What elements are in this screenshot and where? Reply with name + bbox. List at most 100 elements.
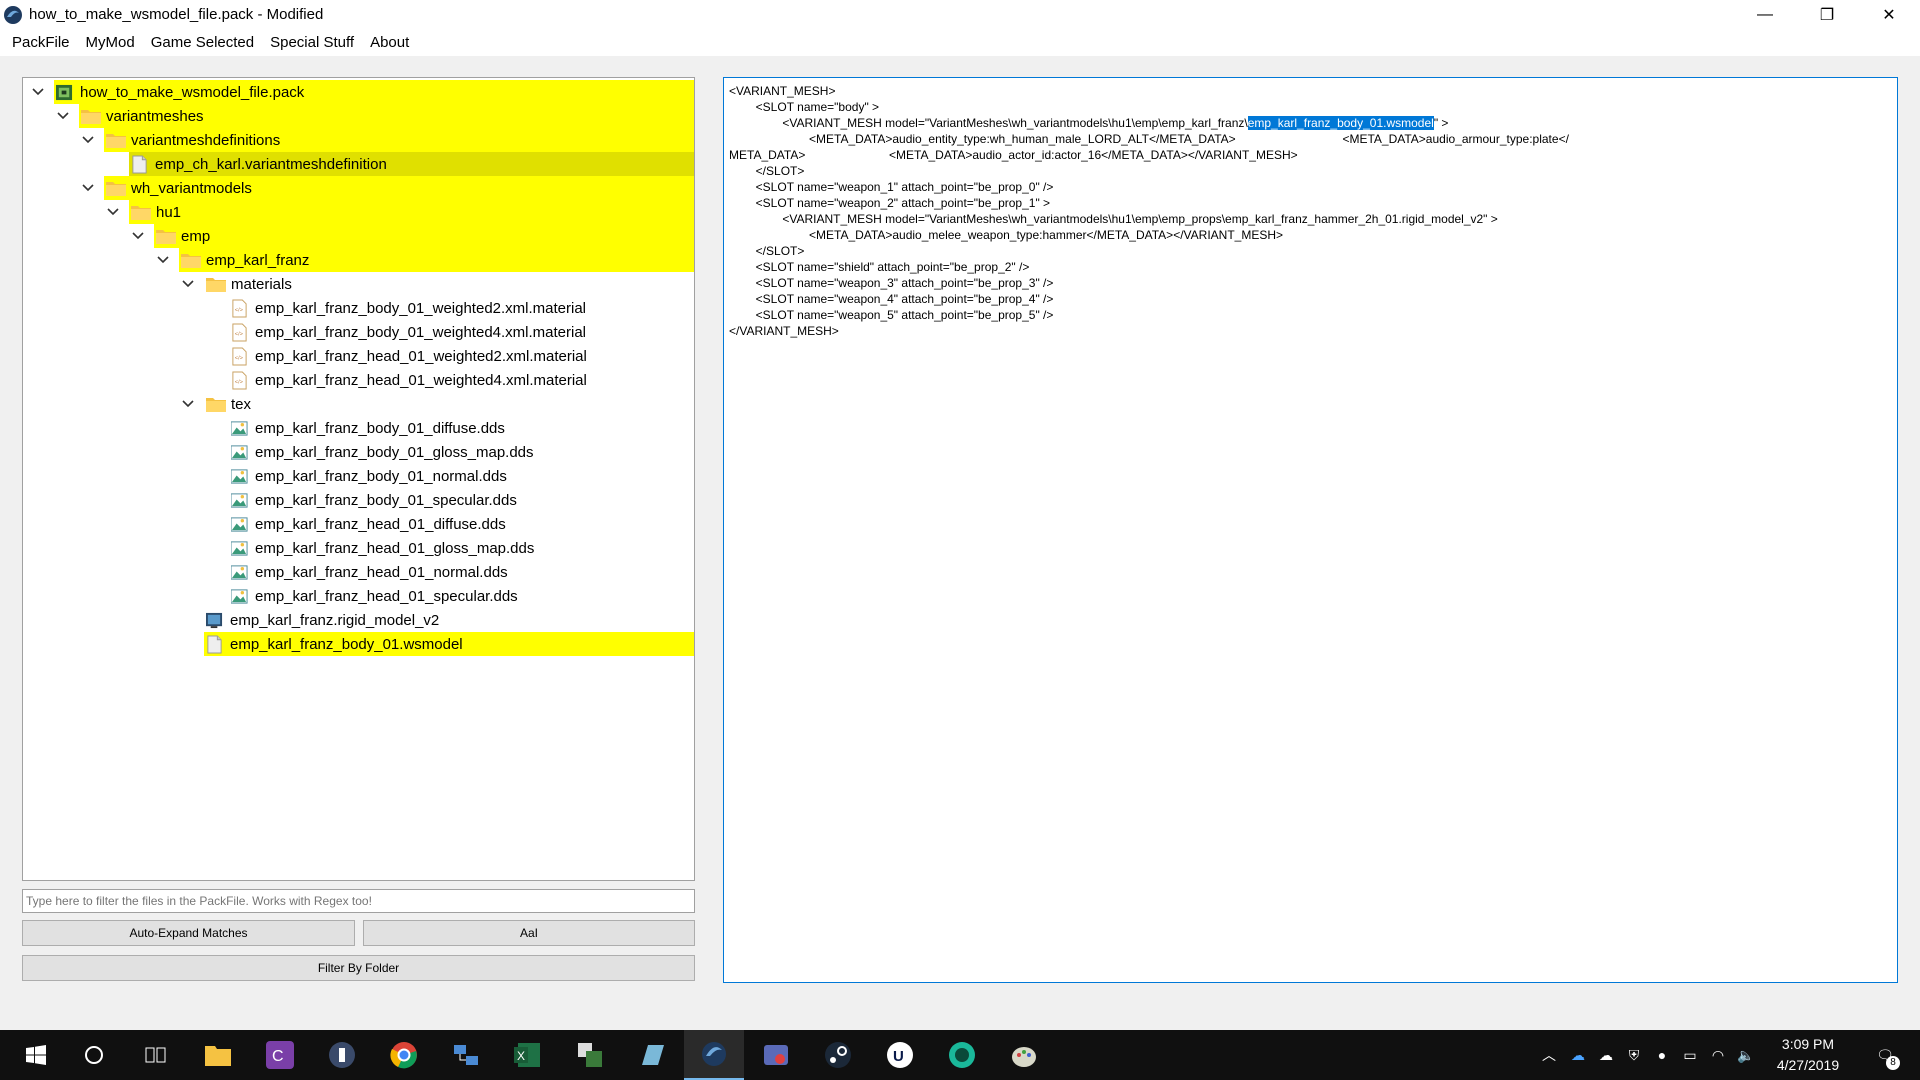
app-icon-7[interactable]	[994, 1030, 1054, 1080]
minimize-button[interactable]: —	[1734, 0, 1796, 29]
folder-icon	[106, 180, 131, 196]
tree-item-label: emp	[181, 227, 211, 245]
app-icon-1[interactable]: C	[250, 1030, 310, 1080]
app-icon-5[interactable]	[746, 1030, 806, 1080]
auto-expand-button[interactable]: Auto-Expand Matches	[22, 920, 355, 946]
tree-item[interactable]: emp_karl_franz_head_01_normal.dds	[229, 560, 694, 584]
search-icon[interactable]	[64, 1030, 124, 1080]
uplay-icon[interactable]: U	[870, 1030, 930, 1080]
tree-item[interactable]: emp_ch_karl.variantmeshdefinition	[129, 152, 694, 176]
code-line: <SLOT name="weapon_5" attach_point="be_p…	[729, 308, 1054, 322]
code-line: </SLOT>	[729, 244, 805, 258]
clock[interactable]: 3:09 PM 4/27/2019	[1758, 1034, 1858, 1076]
wifi-icon[interactable]: ◠	[1705, 1030, 1731, 1080]
code-line: <VARIANT_MESH>	[729, 84, 836, 98]
tree-item[interactable]: </> emp_karl_franz_body_01_weighted4.xml.…	[229, 320, 694, 344]
chevron-down-icon[interactable]	[181, 397, 195, 411]
menu-game-selected[interactable]: Game Selected	[143, 29, 262, 56]
tree-item[interactable]: </> emp_karl_franz_head_01_weighted4.xml.…	[229, 368, 694, 392]
chevron-down-icon[interactable]	[106, 205, 120, 219]
svg-text:</>: </>	[235, 307, 244, 313]
tree-item[interactable]: variantmeshdefinitions	[82, 128, 694, 152]
show-hidden-icons-icon[interactable]: ︿	[1536, 1030, 1562, 1080]
tree-item-label: hu1	[156, 203, 182, 221]
tree-item-label: emp_karl_franz_body_01_normal.dds	[255, 467, 507, 485]
code-line: <SLOT name="weapon_2" attach_point="be_p…	[729, 196, 1051, 210]
menu-special-stuff[interactable]: Special Stuff	[262, 29, 362, 56]
start-icon[interactable]	[6, 1030, 66, 1080]
clock-time: 3:09 PM	[1781, 1036, 1835, 1052]
window-title: how_to_make_wsmodel_file.pack - Modified	[29, 6, 324, 23]
tree-item-label: emp_karl_franz_body_01_gloss_map.dds	[255, 443, 534, 461]
svg-text:U: U	[893, 1048, 904, 1065]
tree-item[interactable]: hu1	[107, 200, 694, 224]
tree-item[interactable]: emp_karl_franz_head_01_gloss_map.dds	[229, 536, 694, 560]
tree-item[interactable]: emp_karl_franz_head_01_specular.dds	[229, 584, 694, 608]
tree-item[interactable]: wh_variantmodels	[82, 176, 694, 200]
notification-icon[interactable]: 🗨	[1872, 1030, 1898, 1080]
onedrive-icon[interactable]: ☁	[1565, 1030, 1591, 1080]
folder-icon	[206, 276, 231, 292]
tree-item[interactable]: variantmeshes	[57, 104, 694, 128]
chevron-down-icon[interactable]	[81, 181, 95, 195]
tree-item[interactable]: emp_karl_franz_body_01_diffuse.dds	[229, 416, 694, 440]
tree-item-label: emp_karl_franz_body_01_weighted2.xml.mat…	[255, 299, 587, 317]
close-button[interactable]: ✕	[1858, 0, 1920, 29]
network-app-icon[interactable]	[436, 1030, 496, 1080]
app-icon-4[interactable]	[622, 1030, 682, 1080]
rpfm-icon[interactable]	[684, 1030, 744, 1080]
folder-icon	[106, 132, 131, 148]
security-icon[interactable]: ●	[1649, 1030, 1675, 1080]
tree-item-label: emp_karl_franz_head_01_weighted4.xml.mat…	[255, 371, 587, 389]
code-line: <SLOT name="body" >	[729, 100, 880, 114]
tree-item[interactable]: emp_karl_franz_body_01_normal.dds	[229, 464, 694, 488]
steam-icon[interactable]	[808, 1030, 868, 1080]
tree-item[interactable]: emp_karl_franz	[157, 248, 694, 272]
svg-text:</>: </>	[235, 379, 244, 385]
tree-item[interactable]: emp_karl_franz_head_01_diffuse.dds	[229, 512, 694, 536]
chevron-down-icon[interactable]	[56, 109, 70, 123]
file-explorer-icon[interactable]	[188, 1030, 248, 1080]
battery-icon[interactable]: ▭	[1677, 1030, 1703, 1080]
tree-item[interactable]: materials	[182, 272, 694, 296]
tree-item[interactable]: how_to_make_wsmodel_file.pack	[32, 80, 694, 104]
packfile-tree[interactable]: how_to_make_wsmodel_file.pack variantmesh…	[22, 77, 695, 881]
chevron-down-icon[interactable]	[31, 85, 45, 99]
code-line: <SLOT name="weapon_3" attach_point="be_p…	[729, 276, 1054, 290]
filter-input[interactable]	[22, 889, 695, 913]
chevron-down-icon[interactable]	[81, 133, 95, 147]
tree-item[interactable]: emp_karl_franz_body_01.wsmodel	[204, 632, 694, 656]
menu-packfile[interactable]: PackFile	[4, 29, 78, 56]
text-editor[interactable]: <VARIANT_MESH> <SLOT name="body" > <VARI…	[723, 77, 1898, 983]
tree-item[interactable]: emp_karl_franz.rigid_model_v2	[204, 608, 694, 632]
tree-item[interactable]: tex	[182, 392, 694, 416]
editor-content[interactable]: <VARIANT_MESH> <SLOT name="body" > <VARI…	[729, 83, 1892, 339]
tree-item[interactable]: </> emp_karl_franz_head_01_weighted2.xml.…	[229, 344, 694, 368]
menu-mymod[interactable]: MyMod	[78, 29, 143, 56]
tree-item[interactable]: emp_karl_franz_body_01_gloss_map.dds	[229, 440, 694, 464]
app-icon-2[interactable]	[312, 1030, 372, 1080]
folder-icon	[81, 108, 106, 124]
app-icon-3[interactable]	[560, 1030, 620, 1080]
chrome-icon[interactable]	[374, 1030, 434, 1080]
case-sensitive-button[interactable]: AaI	[363, 920, 695, 946]
chevron-down-icon[interactable]	[156, 253, 170, 267]
volume-icon[interactable]: 🔈	[1733, 1030, 1759, 1080]
excel-icon[interactable]: X	[498, 1030, 558, 1080]
task-view-icon[interactable]	[126, 1030, 186, 1080]
tree-item-label: how_to_make_wsmodel_file.pack	[80, 83, 305, 101]
defender-icon[interactable]: ⛨	[1621, 1030, 1647, 1080]
tree-item[interactable]: emp_karl_franz_body_01_specular.dds	[229, 488, 694, 512]
menu-about[interactable]: About	[362, 29, 417, 56]
restore-button[interactable]: ❐	[1796, 0, 1858, 29]
app-icon-6[interactable]	[932, 1030, 992, 1080]
onedrive-personal-icon[interactable]: ☁	[1593, 1030, 1619, 1080]
code-line: <SLOT name="shield" attach_point="be_pro…	[729, 260, 1030, 274]
filter-by-folder-button[interactable]: Filter By Folder	[22, 955, 695, 981]
tree-item[interactable]: emp	[132, 224, 694, 248]
chevron-down-icon[interactable]	[131, 229, 145, 243]
tree-item[interactable]: </> emp_karl_franz_body_01_weighted2.xml.…	[229, 296, 694, 320]
image-icon	[231, 587, 255, 606]
folder-icon	[206, 396, 231, 412]
chevron-down-icon[interactable]	[181, 277, 195, 291]
